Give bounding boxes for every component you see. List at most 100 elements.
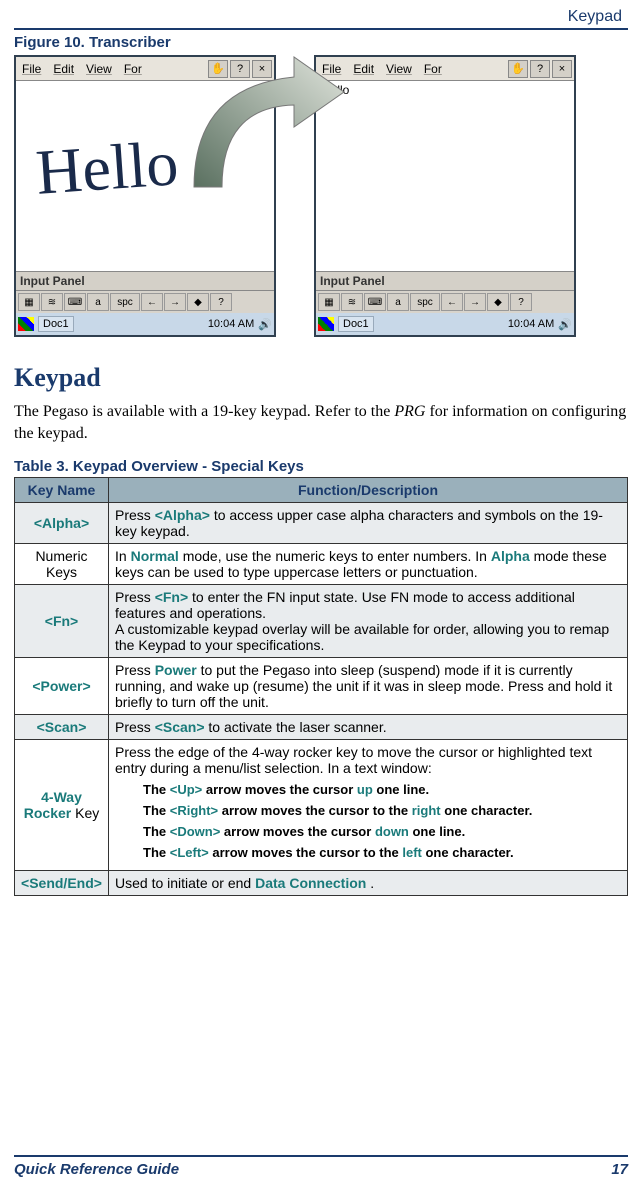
txt: to activate the laser scanner. [205, 719, 387, 735]
close-icon[interactable]: × [252, 60, 272, 78]
table-row: Numeric Keys In Normal mode, use the num… [15, 544, 628, 585]
table-row: <Fn> Press <Fn> to enter the FN input st… [15, 585, 628, 658]
hand-icon[interactable]: ✋ [208, 60, 228, 78]
table-header-row: Key Name Function/Description [15, 478, 628, 503]
txt: arrow moves the cursor to the [218, 803, 412, 818]
figure-area: File Edit View For ✋ ? × Hello Input Pan… [14, 55, 628, 337]
table-row: <Scan> Press <Scan> to activate the lase… [15, 715, 628, 740]
tool-wave-icon[interactable]: ≋ [41, 293, 63, 311]
txt: Used to initiate or end [115, 875, 255, 891]
menu-icons: ✋ ? × [208, 60, 274, 78]
txt: The [143, 845, 170, 860]
menu-for[interactable]: For [118, 62, 148, 76]
canvas-left[interactable]: Hello [16, 81, 274, 271]
tool-bullet-icon[interactable]: ◆ [487, 293, 509, 311]
table-row: <Power> Press Power to put the Pegaso in… [15, 658, 628, 715]
tool-question-icon[interactable]: ? [210, 293, 232, 311]
list-item: The <Left> arrow moves the cursor to the… [143, 845, 621, 860]
keyname-fn: <Fn> [15, 585, 109, 658]
typed-hello: Hello [322, 83, 349, 97]
menu-view[interactable]: View [380, 62, 418, 76]
desc-power: Press Power to put the Pegaso into sleep… [109, 658, 628, 715]
hand-icon[interactable]: ✋ [508, 60, 528, 78]
table-row: <Alpha> Press <Alpha> to access upper ca… [15, 503, 628, 544]
section-title: Keypad [14, 363, 628, 393]
menu-file[interactable]: File [16, 62, 47, 76]
help-icon[interactable]: ? [530, 60, 550, 78]
tool-spc[interactable]: spc [110, 293, 140, 311]
footer-guide: Quick Reference Guide [14, 1161, 179, 1178]
txt: Press [115, 589, 155, 605]
txt: Press the edge of the 4-way rocker key t… [115, 744, 592, 776]
tool-keyboard-icon[interactable]: ▦ [318, 293, 340, 311]
menu-view[interactable]: View [80, 62, 118, 76]
tool-a-icon[interactable]: a [387, 293, 409, 311]
menu-edit[interactable]: Edit [347, 62, 380, 76]
key-ref: <Down> [170, 824, 221, 839]
help-icon[interactable]: ? [230, 60, 250, 78]
desc-fn: Press <Fn> to enter the FN input state. … [109, 585, 628, 658]
th-function: Function/Description [109, 478, 628, 503]
start-flag-icon[interactable] [18, 317, 34, 331]
tool-right-icon[interactable]: → [164, 293, 186, 311]
taskbar: Doc1 10:04 AM 🔊 [316, 313, 574, 335]
taskbar: Doc1 10:04 AM 🔊 [16, 313, 274, 335]
close-icon[interactable]: × [552, 60, 572, 78]
table-row: <Send/End> Used to initiate or end Data … [15, 871, 628, 896]
key-ref: Power [155, 662, 197, 678]
menu-for[interactable]: For [418, 62, 448, 76]
txt: . [366, 875, 374, 891]
tray-icon[interactable]: 🔊 [558, 318, 572, 331]
input-panel-label: Input Panel [16, 271, 274, 291]
tool-keyboard-icon[interactable]: ▦ [18, 293, 40, 311]
key-ref: <Left> [170, 845, 209, 860]
txt: In [115, 548, 131, 564]
input-toolbar: ▦ ≋ ⌨ a spc ← → ◆ ? [316, 291, 574, 313]
taskbar-doc[interactable]: Doc1 [338, 316, 374, 332]
keyname-power: <Power> [15, 658, 109, 715]
tool-question-icon[interactable]: ? [510, 293, 532, 311]
txt: one line. [409, 824, 465, 839]
tool-left-icon[interactable]: ← [141, 293, 163, 311]
keypad-table: Key Name Function/Description <Alpha> Pr… [14, 477, 628, 896]
key-ref: Alpha [491, 548, 530, 564]
tool-a-icon[interactable]: a [87, 293, 109, 311]
menu-edit[interactable]: Edit [47, 62, 80, 76]
tray-icon[interactable]: 🔊 [258, 318, 272, 331]
taskbar-time: 10:04 AM [208, 318, 254, 330]
tool-bullet-icon[interactable]: ◆ [187, 293, 209, 311]
txt: A customizable keypad overlay will be av… [115, 621, 609, 653]
dir: up [357, 782, 373, 797]
txt: arrow moves the cursor [220, 824, 375, 839]
footer-page: 17 [611, 1161, 628, 1178]
keyname-rocker: 4-Way Rocker Key [15, 740, 109, 871]
list-item: The <Right> arrow moves the cursor to th… [143, 803, 621, 818]
menubar: File Edit View For ✋ ? × [316, 57, 574, 81]
taskbar-time: 10:04 AM [508, 318, 554, 330]
txt: arrow moves the cursor [202, 782, 357, 797]
txt: The [143, 782, 170, 797]
menu-file[interactable]: File [316, 62, 347, 76]
tool-right-icon[interactable]: → [464, 293, 486, 311]
intro-paragraph: The Pegaso is available with a 19-key ke… [14, 401, 628, 444]
txt: one line. [373, 782, 429, 797]
key-ref: Data Connection [255, 875, 366, 891]
taskbar-doc[interactable]: Doc1 [38, 316, 74, 332]
tool-left-icon[interactable]: ← [441, 293, 463, 311]
desc-scan: Press <Scan> to activate the laser scann… [109, 715, 628, 740]
input-panel-label: Input Panel [316, 271, 574, 291]
footer-row: Quick Reference Guide 17 [14, 1161, 628, 1178]
dir: down [375, 824, 409, 839]
tool-spc[interactable]: spc [410, 293, 440, 311]
dir: left [402, 845, 422, 860]
keyname-numeric: Numeric Keys [15, 544, 109, 585]
txt: one character. [441, 803, 533, 818]
tool-keys-icon[interactable]: ⌨ [64, 293, 86, 311]
canvas-right[interactable]: Hello [316, 81, 574, 271]
txt: The [143, 824, 170, 839]
start-flag-icon[interactable] [318, 317, 334, 331]
tool-keys-icon[interactable]: ⌨ [364, 293, 386, 311]
key-ref: <Alpha> [155, 507, 210, 523]
page-footer: Quick Reference Guide 17 [14, 1155, 628, 1178]
tool-wave-icon[interactable]: ≋ [341, 293, 363, 311]
